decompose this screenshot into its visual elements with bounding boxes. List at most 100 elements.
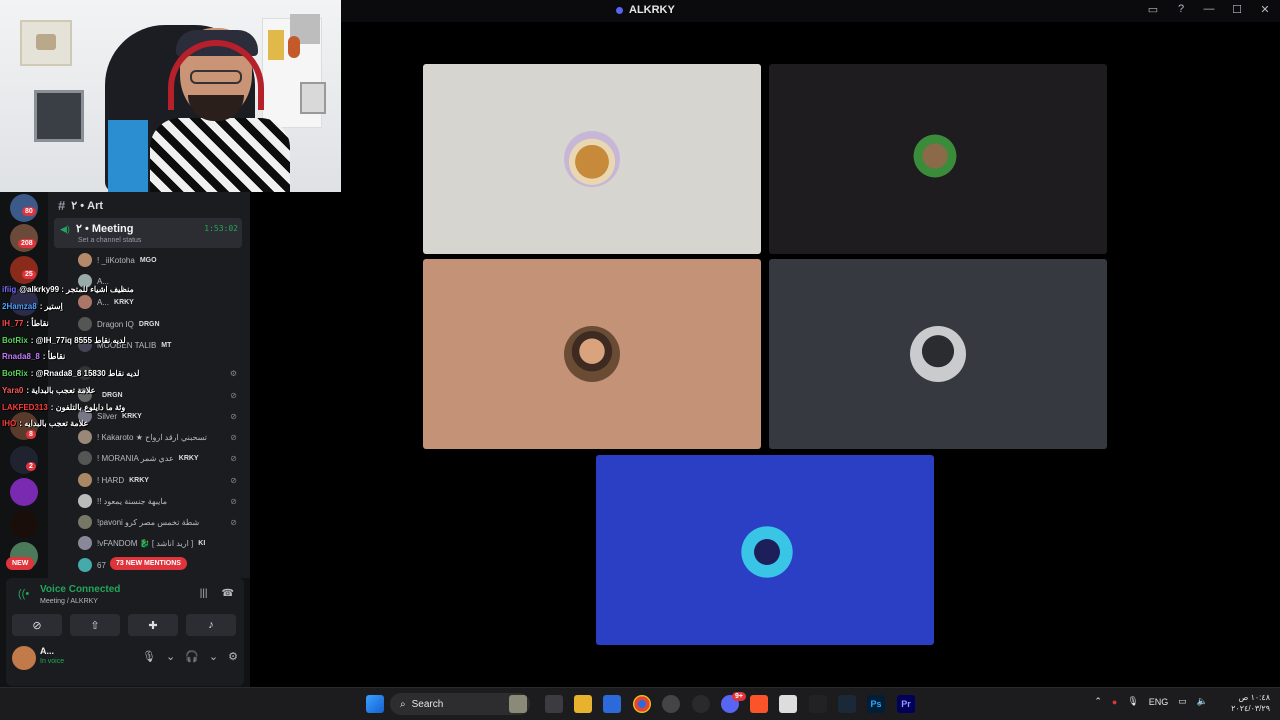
close-icon[interactable]: ✕ — [1258, 3, 1272, 16]
avatar[interactable] — [12, 646, 36, 670]
user-status: In voice — [40, 658, 65, 665]
new-pill[interactable]: NEW — [6, 557, 35, 570]
channel-status[interactable]: Set a channel status — [78, 237, 141, 244]
server-badge: 2 — [26, 462, 36, 471]
screen-share-icon[interactable]: ▭ — [1146, 3, 1160, 16]
voice-member[interactable]: !pavoni شطة تخمس مصر كرو ⊘ — [78, 513, 243, 531]
voice-member[interactable]: ! _iiKotoha MGO — [78, 251, 243, 269]
member-tag: MT — [161, 341, 172, 349]
avatar — [78, 451, 92, 465]
voice-member[interactable]: !vFANDOM 🐉 [ اريد اناشد ] KI — [78, 534, 243, 552]
chat-user: BotRix — [2, 336, 28, 345]
voice-member[interactable]: DRGN ⊘ — [78, 386, 243, 404]
app-icon[interactable] — [809, 695, 827, 713]
chat-user: BotRix — [2, 369, 28, 378]
camera-off-button[interactable]: ⊘ — [12, 614, 62, 636]
user-name[interactable]: A... — [40, 646, 54, 656]
chat-text: : وئة ما دايلوع بالتلفون — [50, 403, 126, 412]
minimize-icon[interactable]: — — [1202, 3, 1216, 16]
voice-member[interactable]: A... KRKY — [78, 293, 243, 311]
headphones-icon[interactable]: 🎧 — [185, 650, 199, 663]
chevron-down-icon[interactable]: ⌄ — [209, 650, 218, 663]
clock-time: ١٠:٤٨ ص — [1238, 693, 1270, 702]
voice-member[interactable]: ! MORANIA عدي شمر KRKY ⊘ — [78, 449, 243, 467]
member-tag: KRKY — [122, 412, 142, 420]
network-icon[interactable]: ▭ — [1178, 696, 1187, 707]
voice-member[interactable]: ! HARD KRKY ⊘ — [78, 471, 243, 489]
muted-icon: ⊘ — [230, 517, 237, 527]
avatar — [78, 515, 92, 529]
app-icon[interactable] — [662, 695, 680, 713]
member-tag: KRKY — [178, 454, 199, 462]
store-icon[interactable] — [603, 695, 621, 713]
member-name: Dragon IQ — [97, 319, 134, 329]
channel-list: # ٢ • Art ◀) ٢ • Meeting Set a channel s… — [48, 192, 250, 578]
screen-share-button[interactable]: ⇧ — [70, 614, 120, 636]
activities-button[interactable]: ✚ — [128, 614, 178, 636]
participant-tile-2[interactable] — [769, 64, 1107, 254]
brave-icon[interactable] — [750, 695, 768, 713]
volume-icon[interactable]: 🔈 — [1197, 696, 1208, 707]
voice-member[interactable]: Dragon IQ DRGN — [78, 315, 243, 333]
call-timer: 1:53:02 — [204, 224, 238, 233]
user-controls: 🎙 ⌄ 🎧 ⌄ ⚙ — [142, 650, 238, 663]
chat-text: : نقاطأ — [26, 319, 49, 328]
maximize-icon[interactable]: ☐ — [1230, 3, 1244, 16]
noise-suppression-icon[interactable]: ||| — [200, 588, 208, 599]
new-mentions-pill[interactable]: 73 NEW MENTIONS — [110, 557, 187, 570]
app-icon[interactable] — [779, 695, 797, 713]
participant-tile-5[interactable] — [596, 455, 934, 645]
shadow-avatar — [910, 326, 966, 382]
vase — [288, 36, 300, 58]
start-button[interactable] — [366, 695, 384, 713]
member-tag: KRKY — [129, 476, 149, 484]
participant-tile-3[interactable] — [423, 259, 761, 449]
discord-badge: 9+ — [732, 692, 746, 701]
microphone-icon[interactable]: 🎙 — [1127, 696, 1138, 707]
task-view-icon[interactable] — [545, 695, 563, 713]
member-name: ! Kakaroto ★ تسحبني ارقد ارواح — [97, 432, 208, 442]
clock-date: ٢٠٢٤/٠٣/٢٩ — [1231, 704, 1270, 713]
signal-icon[interactable]: ((• — [18, 588, 29, 600]
premiere-icon[interactable]: Pr — [897, 695, 915, 713]
chrome-icon[interactable] — [633, 695, 651, 713]
gear-icon[interactable]: ⚙ — [228, 650, 238, 663]
voice-status[interactable]: Voice Connected — [40, 584, 120, 595]
disconnect-icon[interactable]: ☎ — [222, 588, 234, 599]
voice-channel-meeting[interactable]: ◀) ٢ • Meeting Set a channel status 1:53… — [54, 218, 242, 248]
webcam-overlay — [0, 0, 341, 192]
clock[interactable]: ١٠:٤٨ ص ٢٠٢٤/٠٣/٢٩ — [1231, 692, 1270, 714]
participant-tile-1[interactable] — [423, 64, 761, 254]
chevron-up-icon[interactable]: ⌃ — [1094, 696, 1102, 707]
voice-member[interactable]: !! مايبهة جنسنة يمعود ⊘ — [78, 492, 243, 510]
chat-message: LAKFED313: وئة ما دايلوع بالتلفون — [2, 403, 125, 412]
search-highlight-icon[interactable] — [509, 695, 527, 713]
server-icon[interactable] — [10, 478, 38, 506]
member-name: A... — [97, 297, 110, 307]
help-icon[interactable]: ? — [1174, 3, 1188, 16]
chat-user: IH_77 — [2, 319, 24, 328]
steam-overlay-icon[interactable] — [692, 695, 710, 713]
text-channel-art[interactable]: # ٢ • Art — [58, 198, 103, 213]
server-list: 80 208 25 8 2 NEW — [0, 192, 48, 578]
user-panel: A... In voice 🎙 ⌄ 🎧 ⌄ ⚙ — [6, 638, 244, 678]
chat-message: IHO: علامة تعجب بالبدايه — [2, 419, 88, 428]
voice-location[interactable]: Meeting / ALKRKY — [40, 598, 98, 605]
award-plaque — [34, 90, 84, 142]
channel-name: ٢ • Art — [71, 200, 104, 212]
chat-user: 2Hamza8 — [2, 302, 37, 311]
voice-member[interactable]: ! Kakaroto ★ تسحبني ارقد ارواح ⊘ — [78, 428, 243, 446]
server-badge: 8 — [26, 430, 36, 439]
chat-user: Yara0 — [2, 386, 24, 395]
chevron-down-icon[interactable]: ⌄ — [166, 650, 175, 663]
tray-app-icon[interactable]: ● — [1112, 697, 1117, 707]
participant-tile-4[interactable] — [769, 259, 1107, 449]
soundboard-button[interactable]: ♪ — [186, 614, 236, 636]
language-indicator[interactable]: ENG — [1149, 697, 1169, 707]
server-icon[interactable] — [10, 510, 38, 538]
photoshop-icon[interactable]: Ps — [867, 695, 885, 713]
microphone-icon[interactable]: 🎙 — [142, 650, 156, 663]
file-explorer-icon[interactable] — [574, 695, 592, 713]
steam-icon[interactable] — [838, 695, 856, 713]
chat-text: : اِستير — [39, 302, 63, 311]
